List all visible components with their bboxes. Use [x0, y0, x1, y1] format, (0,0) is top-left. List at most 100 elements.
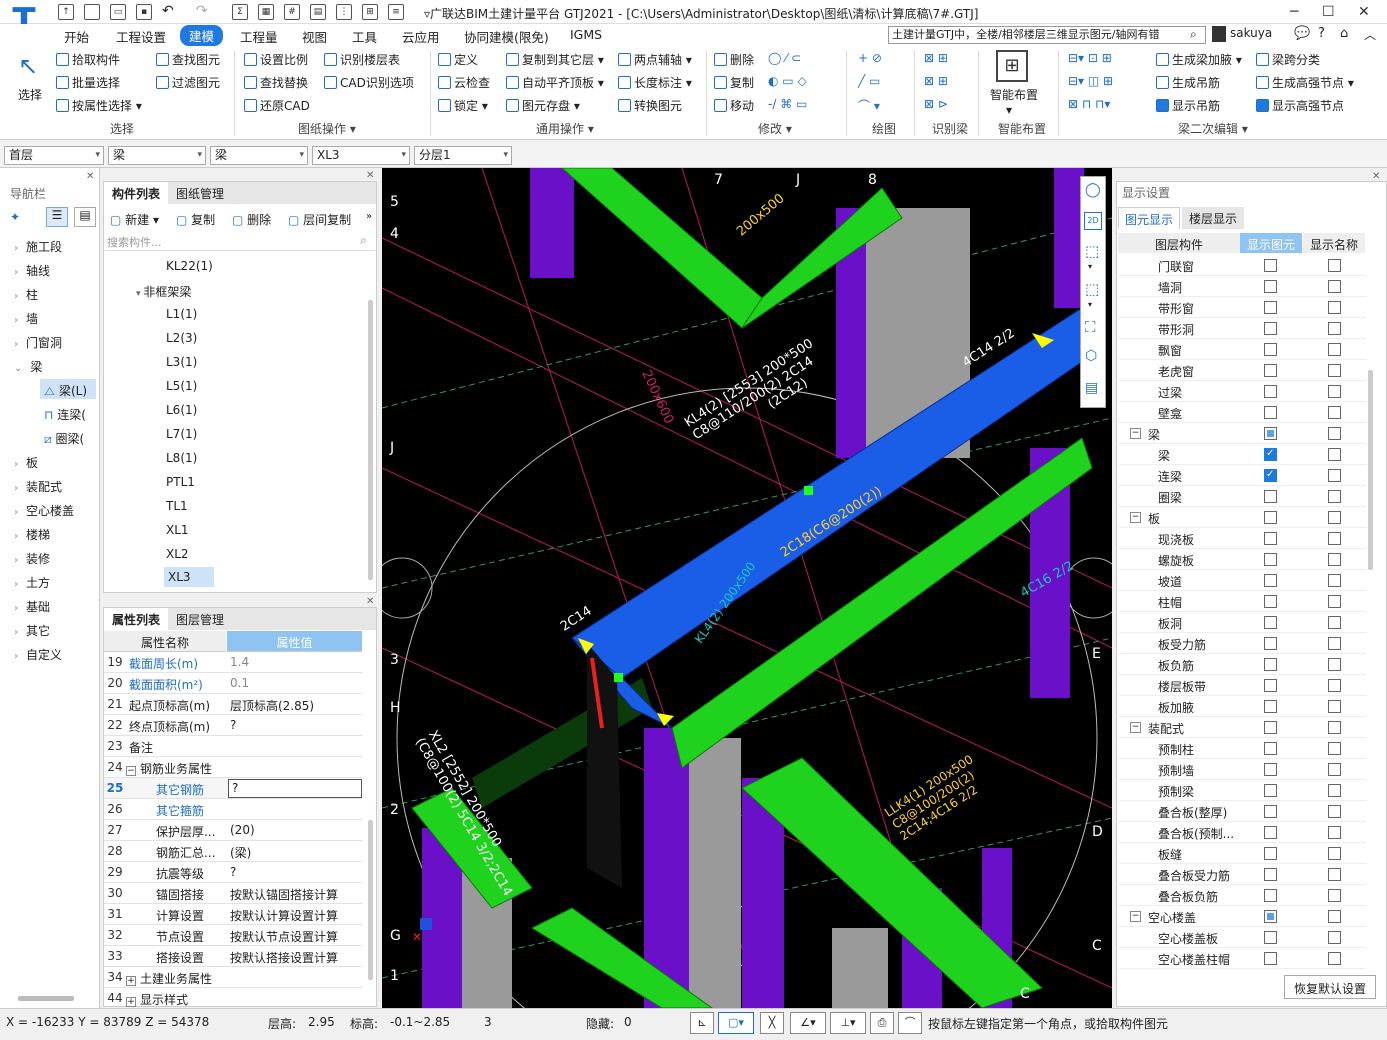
nav-item-other[interactable]: › 其它	[14, 622, 50, 639]
nav-item-wall[interactable]: › 墙	[14, 310, 38, 327]
recognize-beam-span-icon[interactable]: ⊠ ⊞	[924, 74, 948, 88]
more-icon[interactable]: »	[366, 211, 372, 222]
expand-toggle-icon[interactable]: −	[1130, 911, 1141, 922]
move-button[interactable]: 移动	[714, 97, 754, 114]
beam-edit-icon-3[interactable]: ⊠ ⊓ ⊓▾	[1068, 97, 1110, 111]
list-item[interactable]: L8(1)	[166, 451, 197, 465]
display-row[interactable]: 预制梁	[1118, 780, 1366, 801]
close-icon[interactable]: ✕	[1372, 171, 1380, 182]
table-row[interactable]: 22 终点顶标高(m)?	[104, 715, 362, 736]
floor-copy-button[interactable]: ▢ 层间复制	[288, 211, 351, 228]
table-row[interactable]: 33 搭接设置 按默认搭接设置计算	[104, 946, 362, 967]
formula-icon[interactable]: Σ	[232, 4, 248, 20]
show-element-checkbox[interactable]	[1264, 511, 1277, 524]
display-row[interactable]: 板负筋	[1118, 654, 1366, 675]
show-element-checkbox[interactable]	[1264, 763, 1277, 776]
show-name-checkbox[interactable]	[1328, 490, 1341, 503]
break-icon[interactable]: -/ ⌘ ▭	[768, 97, 807, 111]
show-name-checkbox[interactable]	[1328, 427, 1341, 440]
show-element-checkbox[interactable]	[1264, 385, 1277, 398]
show-name-checkbox[interactable]	[1328, 532, 1341, 545]
new-file-icon[interactable]	[84, 4, 100, 20]
draw-line-icon[interactable]: ╱ ▭	[858, 74, 880, 88]
define-button[interactable]: 定义	[438, 51, 478, 68]
tab-element-display[interactable]: 图元显示	[1118, 207, 1180, 229]
nav-item-axis[interactable]: › 轴线	[14, 262, 50, 279]
save-element-button[interactable]: 图元存盘 ▾	[506, 97, 580, 114]
close-icon[interactable]: ✕	[366, 170, 374, 181]
mirror-icon[interactable]: ◐ ▭ ◇	[768, 74, 807, 88]
nav-item-ring-beam[interactable]: ⧄ 圈梁(	[44, 430, 84, 447]
expand-toggle-icon[interactable]: −	[1130, 428, 1141, 439]
save-icon[interactable]: ▪	[136, 4, 152, 20]
chevron-down-icon[interactable]: ▾	[1088, 262, 1092, 271]
set-scale-button[interactable]: 设置比例	[244, 51, 308, 68]
show-element-checkbox[interactable]	[1264, 910, 1277, 923]
list-group-non-frame-beam[interactable]: ▾ 非框架梁	[136, 283, 191, 300]
layer-view-icon[interactable]: ▤	[1085, 380, 1098, 396]
tab-property-list[interactable]: 属性列表	[104, 608, 169, 631]
show-element-checkbox[interactable]	[1264, 721, 1277, 734]
display-row[interactable]: 空心楼盖板	[1118, 927, 1366, 948]
generate-hanger-button[interactable]: 生成吊筋	[1156, 74, 1220, 91]
list-view-icon[interactable]: ☰	[46, 207, 68, 227]
expand-toggle-icon[interactable]: −	[1130, 722, 1141, 733]
show-element-checkbox[interactable]	[1264, 280, 1277, 293]
show-name-checkbox[interactable]	[1328, 910, 1341, 923]
display-row[interactable]: 楼层板带	[1118, 675, 1366, 696]
maximize-icon[interactable]: ☐	[1322, 4, 1335, 20]
menu-project-settings[interactable]: 工程设置	[116, 27, 166, 46]
display-row[interactable]: 梁	[1118, 444, 1366, 465]
list-item[interactable]: L2(3)	[166, 331, 197, 345]
show-element-checkbox[interactable]	[1264, 364, 1277, 377]
filter-element-button[interactable]: 过滤图元	[156, 74, 220, 91]
close-icon[interactable]: ✕	[1358, 4, 1370, 20]
nav-item-custom[interactable]: › 自定义	[14, 646, 62, 663]
nav-item-foundation[interactable]: › 基础	[14, 598, 50, 615]
draw-point-icon[interactable]: + ⊘	[858, 51, 882, 65]
ruler-icon[interactable]: ⊞	[362, 4, 378, 20]
calculator-icon[interactable]: ▦	[258, 4, 274, 20]
copy-button[interactable]: 复制	[714, 74, 754, 91]
show-name-checkbox[interactable]	[1328, 952, 1341, 965]
select-arrow-icon[interactable]: ↖	[18, 52, 38, 80]
rotate-view-icon[interactable]: ◯	[1085, 182, 1101, 198]
box-icon[interactable]: ⬡	[1085, 348, 1097, 364]
table-row[interactable]: 34 + 土建业务属性	[104, 967, 362, 988]
nav-scrollbar[interactable]	[18, 996, 74, 1001]
component-name-select[interactable]: XL3	[312, 146, 410, 165]
show-element-checkbox[interactable]	[1264, 931, 1277, 944]
show-element-checkbox[interactable]	[1264, 637, 1277, 650]
show-element-checkbox[interactable]	[1264, 322, 1277, 335]
show-hanger-checkbox[interactable]: 显示吊筋	[1156, 97, 1220, 114]
table-row[interactable]: 30 锚固搭接 按默认锚固搭接计算	[104, 883, 362, 904]
chevron-down-icon[interactable]: ▾	[1088, 300, 1092, 309]
nav-item-beam-l[interactable]: ⧍ 梁(L)	[44, 382, 87, 399]
show-element-checkbox[interactable]	[1264, 406, 1277, 419]
expand-toggle-icon[interactable]: −	[1130, 512, 1141, 523]
table-row-selected[interactable]: 25 其它钢筋?	[104, 778, 362, 799]
show-name-checkbox[interactable]	[1328, 301, 1341, 314]
shirt-icon[interactable]: ⌂	[1340, 26, 1348, 41]
chat-icon[interactable]: 💬	[1294, 26, 1310, 41]
tab-floor-display[interactable]: 楼层显示	[1182, 207, 1244, 229]
collapse-ribbon-icon[interactable]: ︿	[1364, 26, 1376, 43]
show-name-checkbox[interactable]	[1328, 637, 1341, 650]
nav-item-beam[interactable]: ⌄ 梁	[14, 358, 42, 375]
show-name-checkbox[interactable]	[1328, 574, 1341, 587]
show-element-checkbox[interactable]	[1264, 469, 1277, 482]
cube-view-icon[interactable]: ⬚	[1085, 280, 1099, 298]
show-name-checkbox[interactable]	[1328, 511, 1341, 524]
tab-component-list[interactable]: 构件列表	[104, 182, 169, 205]
display-scrollbar[interactable]	[1368, 370, 1373, 570]
list-item[interactable]: L3(1)	[166, 355, 197, 369]
display-row[interactable]: − 空心楼盖	[1118, 906, 1366, 927]
show-name-checkbox[interactable]	[1328, 364, 1341, 377]
list-item[interactable]: KL22(1)	[166, 259, 213, 273]
show-element-checkbox[interactable]	[1264, 826, 1277, 839]
show-name-checkbox[interactable]	[1328, 385, 1341, 398]
tab-layer-manage[interactable]: 图层管理	[168, 608, 232, 631]
help-search-input[interactable]: 土建计量GTJ中，全楼/相邻楼层三维显示图元/轴网有错	[888, 26, 1206, 44]
copy-component-button[interactable]: ▢ 复制	[176, 211, 215, 228]
show-element-checkbox[interactable]	[1264, 889, 1277, 902]
